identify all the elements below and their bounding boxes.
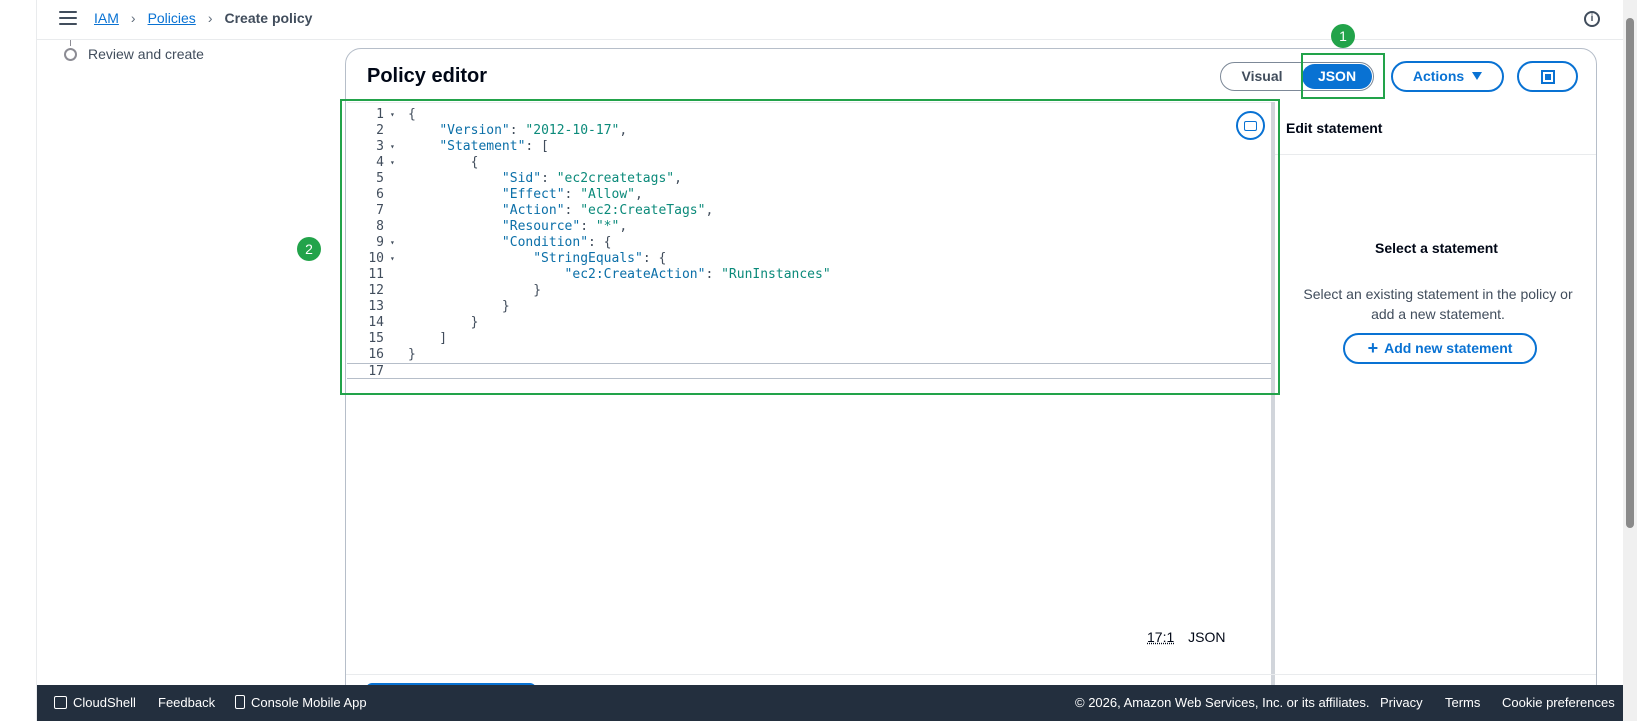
phone-icon [235,695,245,709]
container-divider [346,674,1596,675]
breadcrumb-policies[interactable]: Policies [148,10,196,26]
plus-icon: + [1367,338,1379,358]
edit-statement-title: Edit statement [1275,102,1596,155]
add-new-statement-button[interactable]: + Add new statement [1343,333,1537,364]
fullscreen-button[interactable] [1517,61,1578,92]
scrollbar-thumb[interactable] [1626,18,1634,528]
chevron-right-icon: › [207,10,213,26]
cloudshell-label: CloudShell [73,695,136,710]
chevron-right-icon: › [130,10,136,26]
menu-icon[interactable] [59,11,77,27]
editor-status-bar: 17:1 JSON [1147,629,1225,645]
annotation-badge-2: 2 [297,237,321,261]
empty-state-description: Select an existing statement in the poli… [1303,286,1573,322]
annotation-box-1 [1301,53,1385,99]
privacy-link[interactable]: Privacy [1380,695,1423,710]
add-statement-label: Add new statement [1384,340,1513,356]
annotation-box-2 [340,99,1280,395]
cursor-position[interactable]: 17:1 [1147,629,1174,645]
feedback-link[interactable]: Feedback [158,695,215,710]
breadcrumb-current: Create policy [224,10,313,26]
top-bar: IAM › Policies › Create policy i [37,0,1623,40]
cookie-preferences-link[interactable]: Cookie preferences [1502,695,1615,710]
terminal-icon [54,696,67,709]
left-gutter [0,0,37,721]
fullscreen-icon [1541,70,1555,84]
mobile-app-label: Console Mobile App [251,695,367,710]
terms-link[interactable]: Terms [1445,695,1480,710]
empty-state-title: Select a statement [1375,240,1498,256]
actions-label: Actions [1412,68,1465,84]
info-icon[interactable]: i [1584,11,1600,27]
page-scrollbar[interactable] [1623,0,1637,721]
wizard-step-label: Review and create [88,46,204,62]
edit-statement-panel: Edit statement Select a statement Select… [1275,102,1596,687]
editor-language: JSON [1188,629,1226,645]
cloudshell-link[interactable]: CloudShell [54,695,136,710]
step-circle-icon [64,47,77,61]
breadcrumb: IAM › Policies › Create policy [94,10,312,26]
caret-down-icon [1472,72,1483,80]
actions-dropdown-button[interactable]: Actions [1391,61,1504,92]
mobile-app-link[interactable]: Console Mobile App [235,695,367,710]
annotation-badge-1: 1 [1331,24,1355,48]
console-footer: CloudShell Feedback Console Mobile App ©… [37,685,1623,721]
page-title: Policy editor [367,65,488,87]
breadcrumb-iam[interactable]: IAM [94,10,119,26]
wizard-step-review[interactable]: Review and create [64,46,204,62]
copyright-text: © 2026, Amazon Web Services, Inc. or its… [1075,695,1370,710]
visual-mode-button[interactable]: Visual [1222,64,1302,89]
